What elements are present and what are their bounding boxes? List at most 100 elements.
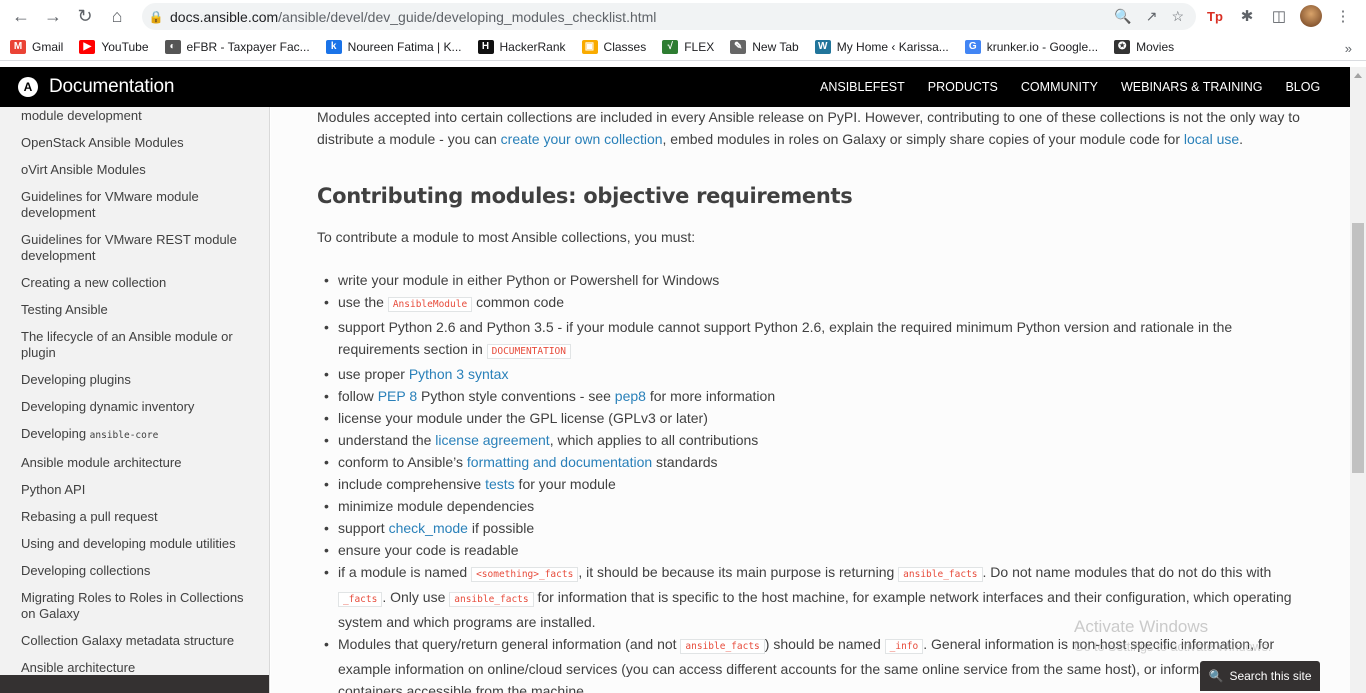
tests-link[interactable]: tests: [485, 476, 515, 492]
puzzle-extensions-icon[interactable]: ✱: [1236, 3, 1258, 29]
list-item: support check_mode if possible: [317, 517, 1317, 539]
share-icon[interactable]: ↗: [1146, 8, 1158, 25]
star-icon[interactable]: ☆: [1171, 8, 1184, 25]
search-site-button[interactable]: 🔍 Search this site: [1200, 661, 1320, 691]
topnav-item[interactable]: COMMUNITY: [1021, 80, 1098, 94]
scrollbar-thumb[interactable]: [1352, 223, 1364, 473]
sidebar-item[interactable]: Ansible architecture: [0, 660, 269, 676]
url-path: /ansible/devel/dev_guide/developing_modu…: [278, 8, 657, 25]
sidebar-item[interactable]: Collection Galaxy metadata structure: [0, 633, 269, 649]
search-site-label: Search this site: [1229, 669, 1312, 683]
sidebar-item[interactable]: Creating a new collection: [0, 275, 269, 291]
topnav-item[interactable]: PRODUCTS: [928, 80, 998, 94]
sidebar-item-label: Ansible module architecture: [21, 455, 182, 470]
bookmark-item[interactable]: ◐ eFBR - Taxpayer Fac...: [164, 39, 310, 54]
sidebar-item[interactable]: Ansible module architecture: [0, 455, 269, 471]
formatting-docs-link[interactable]: formatting and documentation: [467, 454, 652, 470]
bookmark-item[interactable]: ▶ YouTube: [79, 39, 149, 54]
topnav-item[interactable]: BLOG: [1285, 80, 1320, 94]
bookmark-label: Movies: [1136, 39, 1175, 54]
check-mode-link[interactable]: check_mode: [389, 520, 468, 536]
topnav-item[interactable]: ANSIBLEFEST: [820, 80, 905, 94]
sidebar-item[interactable]: Developing collections: [0, 563, 269, 579]
search-icon: 🔍: [1208, 669, 1224, 683]
sidebar-item[interactable]: Guidelines for VMware module development: [0, 189, 269, 221]
sidebar-item[interactable]: Guidelines for VMware REST module develo…: [0, 232, 269, 264]
inline-code: _info: [884, 639, 924, 654]
page-scrollbar[interactable]: [1350, 67, 1366, 693]
topnav-item[interactable]: WEBINARS & TRAINING: [1121, 80, 1262, 94]
sidebar: module development OpenStack Ansible Modu…: [0, 107, 270, 693]
sidebar-item[interactable]: module development: [0, 108, 269, 124]
home-icon[interactable]: ⌂: [101, 1, 133, 33]
pep8-link[interactable]: PEP 8: [378, 388, 417, 404]
bookmark-label: Noureen Fatima | K...: [347, 39, 462, 54]
sidebar-item-label: Developing: [21, 426, 90, 441]
bookmarks-bar: M Gmail ▶ YouTube ◐ eFBR - Taxpayer Fac... k No…: [0, 33, 1366, 61]
sidebar-item-label: Collection Galaxy metadata structure: [21, 633, 235, 648]
bookmark-label: Gmail: [32, 39, 64, 54]
sidebar-item-label: Ansible architecture: [21, 660, 136, 675]
sidebar-item[interactable]: Using and developing module utilities: [0, 536, 269, 552]
inline-code: _facts: [338, 592, 383, 607]
menu-kebab-icon[interactable]: ⋮: [1332, 3, 1354, 29]
forward-arrow-icon[interactable]: →: [37, 1, 69, 33]
sidebar-item[interactable]: Migrating Roles to Roles in Collections …: [0, 590, 269, 622]
address-bar[interactable]: 🔒 docs.ansible.com/ansible/devel/dev_gui…: [142, 3, 1196, 30]
hackerrank-icon: H: [477, 39, 494, 54]
inline-code: ansible_facts: [680, 639, 765, 654]
site-brand[interactable]: Documentation: [49, 76, 174, 98]
list-item: license your module under the GPL licens…: [317, 407, 1317, 429]
pep8-tool-link[interactable]: pep8: [615, 388, 646, 404]
local-use-link[interactable]: local use: [1184, 131, 1239, 147]
scroll-up-arrow-icon[interactable]: [1354, 73, 1362, 78]
sidebar-item[interactable]: Testing Ansible: [0, 302, 269, 318]
reload-icon[interactable]: ↻: [69, 1, 101, 33]
bookmark-item[interactable]: ✪ Movies: [1114, 39, 1175, 54]
list-item: understand the license agreement, which …: [317, 429, 1317, 451]
section-heading: Contributing modules: objective requirem…: [317, 184, 853, 208]
sidebar-item[interactable]: Python API: [0, 482, 269, 498]
bookmark-item[interactable]: k Noureen Fatima | K...: [325, 39, 462, 54]
sidebar-item-label: Developing collections: [21, 563, 151, 578]
bookmark-item[interactable]: ▣ Classes: [581, 39, 646, 54]
bookmark-item[interactable]: M Gmail: [10, 39, 64, 54]
extension-tp-icon[interactable]: Tp: [1204, 3, 1226, 29]
back-arrow-icon[interactable]: ←: [5, 1, 37, 33]
profile-avatar[interactable]: [1300, 5, 1322, 27]
inline-code: DOCUMENTATION: [486, 344, 571, 359]
sidebar-item[interactable]: OpenStack Ansible Modules: [0, 135, 269, 151]
sidebar-item-label: Rebasing a pull request: [21, 509, 158, 524]
bookmarks-overflow-icon[interactable]: »: [1345, 41, 1352, 56]
sidebar-item[interactable]: oVirt Ansible Modules: [0, 162, 269, 178]
bookmark-label: eFBR - Taxpayer Fac...: [186, 39, 310, 54]
bookmark-item[interactable]: ✎ New Tab: [730, 39, 799, 54]
ansible-logo-icon[interactable]: A: [18, 77, 38, 97]
python3-syntax-link[interactable]: Python 3 syntax: [409, 366, 509, 382]
url-text[interactable]: docs.ansible.com/ansible/devel/dev_guide…: [170, 9, 1114, 25]
list-item: use the AnsibleModule common code: [317, 291, 1317, 316]
sidebar-item[interactable]: Developing ansible-core: [0, 426, 269, 444]
bookmark-item[interactable]: Gkrunker.io - Google...: [964, 39, 1099, 54]
license-agreement-link[interactable]: license agreement: [435, 432, 549, 448]
sidebar-item[interactable]: Rebasing a pull request: [0, 509, 269, 525]
bookmark-item[interactable]: W My Home ‹ Karissa...: [814, 39, 949, 54]
url-domain: docs.ansible.com: [170, 8, 279, 25]
sidebar-item[interactable]: Developing dynamic inventory: [0, 399, 269, 415]
side-panel-icon[interactable]: ◫: [1268, 3, 1290, 29]
sidebar-item[interactable]: Developing plugins: [0, 372, 269, 388]
google-icon: G: [964, 39, 981, 54]
lock-icon[interactable]: 🔒: [142, 10, 170, 24]
inline-code: <something>_facts: [471, 567, 579, 582]
bookmark-label: krunker.io - Google...: [986, 39, 1099, 54]
list-item: minimize module dependencies: [317, 495, 1317, 517]
movies-icon: ✪: [1114, 39, 1131, 54]
bookmark-item[interactable]: √ FLEX: [662, 39, 714, 54]
bookmark-item[interactable]: H HackerRank: [477, 39, 566, 54]
create-collection-link[interactable]: create your own collection: [501, 131, 663, 147]
main-content: Modules accepted into certain collection…: [271, 107, 1350, 693]
list-item: use proper Python 3 syntax: [317, 363, 1317, 385]
sidebar-item[interactable]: The lifecycle of an Ansible module or pl…: [0, 329, 269, 361]
zoom-icon[interactable]: 🔍: [1114, 8, 1131, 25]
site-header: A Documentation ANSIBLEFEST PRODUCTS COMMU…: [0, 67, 1366, 107]
